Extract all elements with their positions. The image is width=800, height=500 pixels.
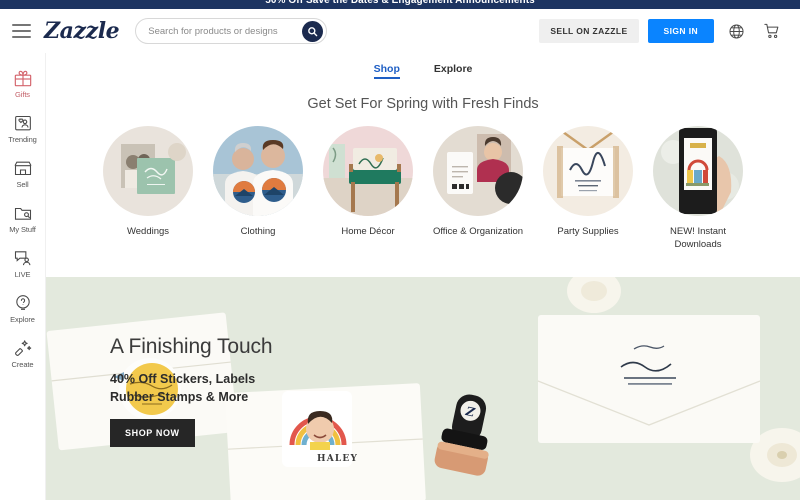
sell-on-zazzle-button[interactable]: SELL ON ZAZZLE	[539, 19, 639, 43]
sidebar-item-label: Sell	[16, 180, 29, 189]
page-title: Get Set For Spring with Fresh Finds	[307, 96, 539, 112]
hero-subtitle-line2: Rubber Stamps & More	[110, 390, 249, 404]
promo-banner-text: 50% Off Save the Dates & Engagement Anno…	[265, 0, 535, 6]
category-home-decor[interactable]: Home Décor	[322, 126, 414, 251]
category-weddings[interactable]: Weddings	[102, 126, 194, 251]
globe-icon[interactable]	[722, 17, 750, 45]
hero-subtitle: 40% Off Stickers, Labels Rubber Stamps &…	[110, 370, 273, 406]
zazzle-logo[interactable]: Zazzle	[44, 18, 120, 44]
main-content: Shop Explore Get Set For Spring with Fre…	[46, 53, 800, 500]
category-label: Party Supplies	[557, 226, 619, 237]
category-instant-downloads[interactable]: NEW! Instant Downloads	[652, 126, 744, 251]
left-sidebar: Gifts Trending Sell My Stuff LIVE Explor…	[0, 53, 46, 500]
category-label: Weddings	[126, 226, 170, 237]
sidebar-item-label: Gifts	[15, 90, 30, 99]
hero-title: A Finishing Touch	[110, 335, 273, 358]
two-men-tshirts-photo	[213, 126, 303, 216]
site-header: Zazzle SELL ON ZAZZLE SIGN IN	[0, 9, 800, 53]
phone-instant-download-photo	[653, 126, 743, 216]
sidebar-item-my-stuff[interactable]: My Stuff	[0, 196, 45, 241]
hero-banner[interactable]: HALEY Z A Finishing Touch 40% Off Sticke…	[46, 277, 800, 500]
hero-copy: A Finishing Touch 40% Off Stickers, Labe…	[110, 335, 273, 447]
search-icon[interactable]	[302, 20, 324, 42]
category-clothing[interactable]: Clothing	[212, 126, 304, 251]
business-cards-photo	[433, 126, 523, 216]
page-body: Gifts Trending Sell My Stuff LIVE Explor…	[0, 53, 800, 500]
svg-text:HALEY: HALEY	[317, 454, 358, 464]
sidebar-item-explore[interactable]: Explore	[0, 286, 45, 331]
sidebar-item-label: Trending	[8, 135, 37, 144]
shopping-cart-icon[interactable]	[758, 17, 786, 45]
sidebar-item-trending[interactable]: Trending	[0, 106, 45, 151]
hero-subtitle-line1: 40% Off Stickers, Labels	[110, 372, 256, 386]
category-label: Home Décor	[341, 226, 395, 237]
sidebar-item-gifts[interactable]: Gifts	[0, 61, 45, 106]
hamburger-icon[interactable]	[8, 18, 34, 44]
bench-pillow-photo	[323, 126, 413, 216]
search-input[interactable]	[148, 25, 303, 37]
category-party-supplies[interactable]: Party Supplies	[542, 126, 634, 251]
category-row: Weddings Clothing Home Décor Office & Or…	[46, 126, 800, 251]
promo-banner[interactable]: 50% Off Save the Dates & Engagement Anno…	[0, 0, 800, 9]
category-label: NEW! Instant Downloads	[670, 226, 726, 250]
sign-in-button[interactable]: SIGN IN	[647, 19, 714, 43]
sidebar-item-label: My Stuff	[9, 225, 36, 234]
sidebar-item-label: Explore	[10, 315, 35, 324]
wedding-invitation-photo	[103, 126, 193, 216]
welcome-sign-photo	[543, 126, 633, 216]
category-office-organization[interactable]: Office & Organization	[432, 126, 524, 251]
sidebar-item-sell[interactable]: Sell	[0, 151, 45, 196]
tab-explore[interactable]: Explore	[434, 63, 473, 79]
shop-now-button[interactable]: SHOP NOW	[110, 419, 195, 447]
sidebar-item-label: Create	[11, 360, 34, 369]
sidebar-item-label: LIVE	[14, 270, 31, 279]
sidebar-item-live[interactable]: LIVE	[0, 241, 45, 286]
tab-shop[interactable]: Shop	[373, 63, 401, 79]
search-bar[interactable]	[135, 18, 328, 44]
content-tabs: Shop Explore	[46, 53, 800, 87]
category-label: Office & Organization	[432, 226, 524, 237]
sidebar-item-create[interactable]: Create	[0, 331, 45, 376]
category-label: Clothing	[240, 226, 276, 237]
